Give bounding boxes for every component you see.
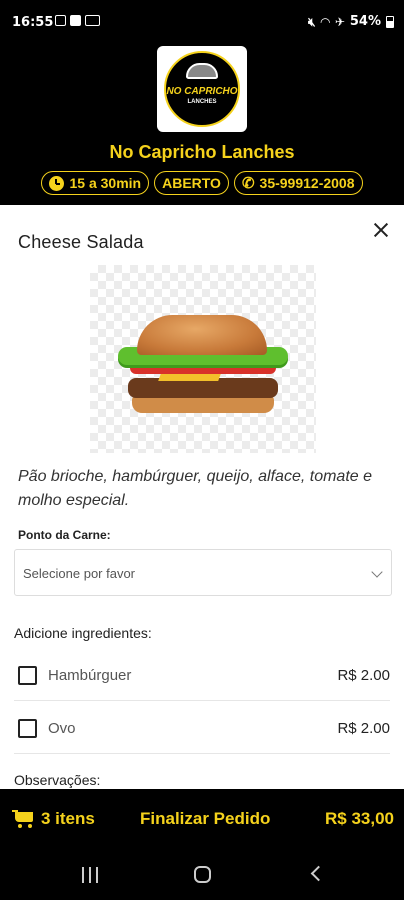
status-bar: 16:55 🔇︎ ◠ ✈ 54% — [0, 0, 404, 46]
product-title: Cheese Salada — [18, 232, 144, 252]
logo-text: NO CAPRICHO — [166, 86, 238, 97]
ingredient-price: R$ 2.00 — [337, 720, 390, 737]
ingredient-checkbox[interactable] — [18, 719, 37, 738]
order-bar: 3 itens Finalizar Pedido R$ 33,00 — [0, 789, 404, 851]
mute-icon: 🔇︎ — [308, 14, 316, 29]
instagram-icon — [55, 15, 66, 26]
product-modal: Cheese Salada Pão brioche, hambúrguer, q… — [0, 205, 404, 789]
notification-icon — [70, 15, 81, 26]
restaurant-name: No Capricho Lanches — [109, 142, 295, 162]
delivery-time-text: 15 a 30min — [69, 175, 142, 191]
ingredient-row[interactable]: Ovo R$ 2.00 — [14, 702, 390, 754]
burger-bun-top — [137, 315, 267, 355]
system-nav-bar — [0, 851, 404, 900]
open-status-badge: ABERTO — [154, 171, 229, 195]
ingredient-name: Ovo — [48, 720, 76, 737]
phone-badge[interactable]: ✆ 35-99912-2008 — [233, 171, 363, 195]
phone-text: 35-99912-2008 — [259, 175, 355, 191]
battery-icon — [386, 15, 394, 28]
observations-label: Observações: — [14, 772, 101, 788]
close-icon[interactable] — [370, 219, 392, 241]
ingredient-row[interactable]: Hambúrguer R$ 2.00 — [14, 649, 390, 701]
notification-icons — [55, 15, 100, 26]
app-icon — [85, 15, 100, 26]
restaurant-header: NO CAPRICHO LANCHES No Capricho Lanches … — [0, 46, 404, 204]
clock-icon — [49, 175, 65, 191]
system-icons: 🔇︎ ◠ ✈ 54% — [308, 14, 394, 29]
airplane-icon: ✈ — [334, 14, 345, 29]
finalize-order-button[interactable]: Finalizar Pedido — [140, 809, 270, 829]
back-button[interactable] — [310, 865, 327, 882]
ingredient-price: R$ 2.00 — [337, 667, 390, 684]
restaurant-logo: NO CAPRICHO LANCHES — [157, 46, 247, 132]
battery-percent: 54% — [349, 14, 381, 29]
ingredient-name: Hambúrguer — [48, 667, 132, 684]
logo-badge: NO CAPRICHO LANCHES — [164, 51, 240, 127]
order-total: R$ 33,00 — [325, 809, 394, 828]
restaurant-info-row: 15 a 30min ABERTO ✆ 35-99912-2008 — [0, 171, 404, 195]
cart-icon — [12, 810, 34, 828]
phone-icon: ✆ — [241, 174, 255, 192]
product-description: Pão brioche, hambúrguer, queijo, alface,… — [18, 468, 372, 509]
meat-point-select[interactable]: Selecione por favor — [14, 549, 392, 596]
chevron-down-icon — [371, 566, 383, 578]
open-status-text: ABERTO — [162, 175, 221, 191]
recent-apps-button[interactable] — [82, 867, 98, 883]
home-button[interactable] — [194, 866, 211, 883]
product-image — [90, 265, 316, 453]
ingredients-title: Adicione ingredientes: — [14, 625, 152, 641]
logo-burger-icon — [186, 63, 218, 79]
logo-subtext: LANCHES — [187, 99, 217, 105]
status-time: 16:55 — [12, 15, 54, 30]
meat-point-label: Ponto da Carne: — [18, 528, 111, 542]
delivery-time-badge: 15 a 30min — [41, 171, 150, 195]
cart-items-count: 3 itens — [41, 809, 95, 828]
burger-patty — [128, 378, 278, 398]
meat-point-placeholder: Selecione por favor — [23, 566, 136, 581]
cart-button[interactable]: 3 itens — [12, 809, 95, 829]
ingredient-checkbox[interactable] — [18, 666, 37, 685]
wifi-icon: ◠ — [320, 14, 330, 29]
burger-bun-bottom — [132, 396, 274, 413]
